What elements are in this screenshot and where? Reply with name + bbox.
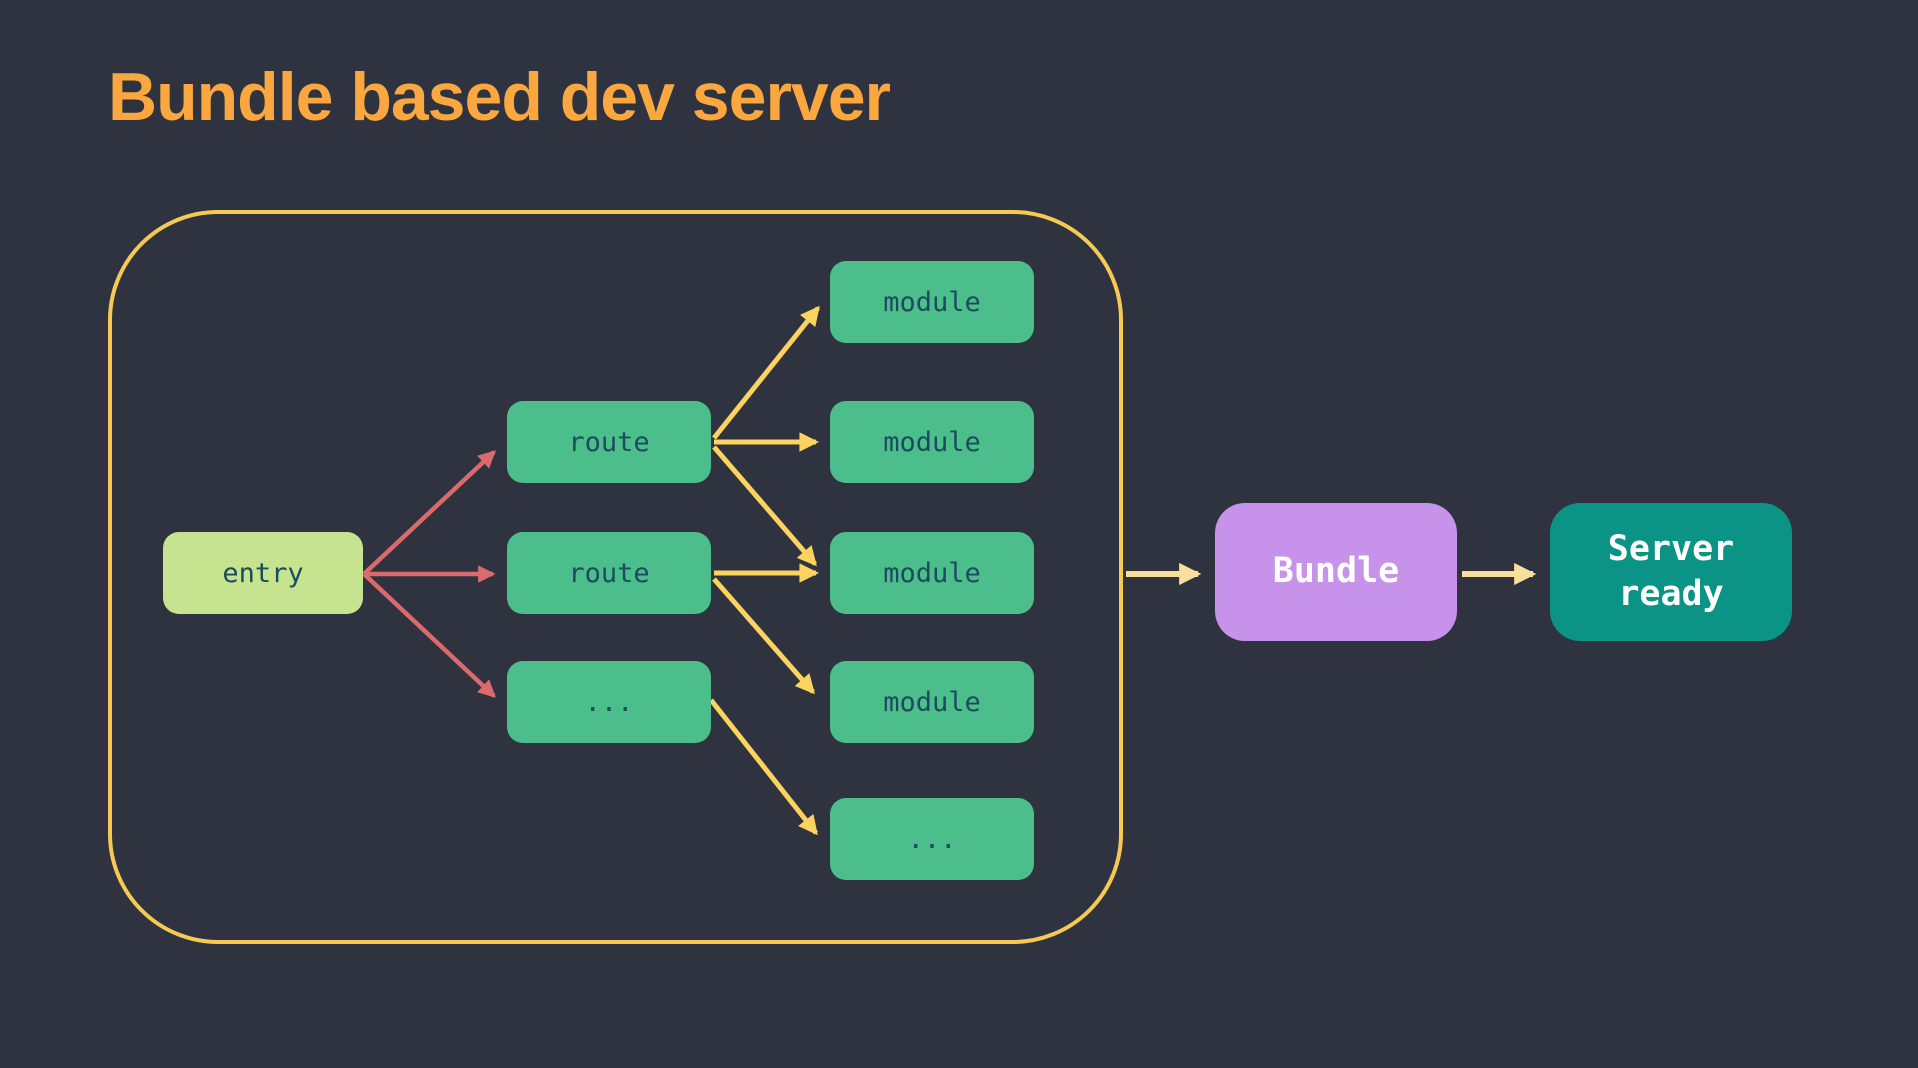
node-module-2: module bbox=[830, 401, 1034, 483]
node-module-4: module bbox=[830, 661, 1034, 743]
node-module-3: module bbox=[830, 532, 1034, 614]
edge-route2-module4 bbox=[714, 579, 813, 692]
edge-entry-routemore bbox=[364, 574, 494, 696]
node-route-2-label: route bbox=[568, 558, 649, 589]
edge-entry-route1 bbox=[364, 452, 494, 574]
node-entry-label: entry bbox=[222, 558, 303, 589]
node-route-more: ... bbox=[507, 661, 711, 743]
node-route-more-label: ... bbox=[585, 687, 634, 718]
node-module-more: ... bbox=[830, 798, 1034, 880]
node-module-1: module bbox=[830, 261, 1034, 343]
node-route-1: route bbox=[507, 401, 711, 483]
node-bundle-label: Bundle bbox=[1273, 549, 1399, 595]
node-bundle: Bundle bbox=[1215, 503, 1457, 641]
node-route-2: route bbox=[507, 532, 711, 614]
node-module-2-label: module bbox=[883, 427, 981, 458]
node-route-1-label: route bbox=[568, 427, 649, 458]
diagram-canvas: Bundle based dev server entry rou bbox=[0, 0, 1918, 1068]
node-module-more-label: ... bbox=[908, 824, 957, 855]
edge-routemore-modulemore bbox=[711, 700, 816, 833]
node-entry: entry bbox=[163, 532, 363, 614]
edge-route1-module1 bbox=[714, 308, 818, 438]
node-module-4-label: module bbox=[883, 687, 981, 718]
node-server-ready-label: Server ready bbox=[1608, 527, 1734, 618]
node-server-ready: Server ready bbox=[1550, 503, 1792, 641]
node-module-3-label: module bbox=[883, 558, 981, 589]
node-module-1-label: module bbox=[883, 287, 981, 318]
edge-route1-module3 bbox=[714, 447, 815, 564]
